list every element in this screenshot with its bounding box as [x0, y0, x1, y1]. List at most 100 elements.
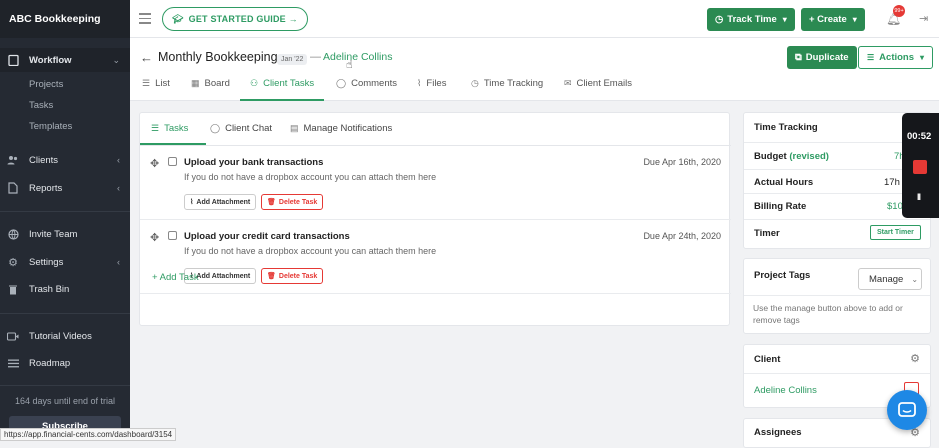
add-task-link[interactable]: + Add Task — [152, 272, 199, 283]
copy-icon: ⧉ — [795, 52, 802, 63]
delete-task-button[interactable]: 🗑︎ Delete Task — [261, 268, 324, 284]
add-attachment-label: Add Attachment — [196, 272, 251, 280]
delete-task-button[interactable]: 🗑︎ Delete Task — [261, 194, 324, 210]
brand-name[interactable]: ABC Bookkeeping — [0, 0, 130, 38]
start-timer-button[interactable]: Start Timer — [870, 225, 921, 240]
sidebar-item-clients[interactable]: Clients ‹ — [0, 148, 130, 172]
sidebar-sub-templates[interactable]: Templates — [29, 121, 72, 132]
subtab-tasks[interactable]: ☰ Tasks — [151, 123, 188, 134]
period-pill: Jan '22 — [277, 54, 308, 65]
divider — [744, 373, 930, 374]
tab-label: Files — [426, 78, 447, 89]
globe-icon — [6, 227, 20, 241]
manage-label: Manage — [869, 273, 904, 285]
chevron-down-icon: ⌄ — [112, 54, 120, 65]
pause-icon[interactable]: II — [917, 192, 921, 202]
chevron-left-icon: ‹ — [117, 257, 120, 267]
file-icon — [6, 181, 20, 195]
sidebar-item-label: Settings — [29, 256, 64, 268]
sidebar-item-label: Workflow — [29, 54, 72, 66]
sidebar: ABC Bookkeeping Workflow ⌄ Projects Task… — [0, 0, 130, 441]
tab-client-tasks[interactable]: ⚇ Client Tasks — [240, 78, 325, 101]
create-button[interactable]: + Create ▾ — [801, 8, 865, 31]
calendar-icon: ▤ — [290, 123, 299, 133]
sidebar-item-settings[interactable]: ⚙ Settings ‹ — [0, 250, 130, 274]
billing-rate-label: Billing Rate — [754, 201, 807, 212]
chat-launcher-button[interactable] — [887, 390, 927, 430]
project-header: ← Monthly Bookkeeping Jan '22 — Adeline … — [130, 38, 939, 101]
graduation-icon: 🎓︎ — [172, 13, 184, 24]
delete-task-label: Delete Task — [278, 272, 318, 280]
manage-tags-dropdown[interactable]: Manage ⌄ — [858, 268, 922, 290]
tab-client-emails[interactable]: ✉ Client Emails — [564, 78, 632, 101]
subtab-label: Client Chat — [225, 123, 273, 134]
duplicate-button[interactable]: ⧉ Duplicate — [787, 46, 857, 69]
trash-icon: 🗑︎ — [267, 273, 276, 280]
task-due-date: Due Apr 16th, 2020 — [643, 157, 721, 167]
track-time-button[interactable]: ◷ Track Time ▾ — [707, 8, 795, 31]
sidebar-item-label: Tutorial Videos — [29, 330, 92, 342]
timer-display: 00:52 — [907, 131, 932, 142]
chat-icon — [898, 402, 916, 417]
sidebar-item-tutorial-videos[interactable]: Tutorial Videos — [0, 324, 130, 348]
menu-icon[interactable] — [139, 13, 151, 24]
list-icon: ☰ — [151, 123, 160, 133]
chevron-left-icon: ‹ — [117, 183, 120, 193]
actions-button[interactable]: ☰ Actions ▾ — [858, 46, 934, 69]
billing-rate-value: $10 — [887, 201, 903, 212]
chevron-down-icon: ▾ — [920, 53, 925, 62]
project-tags-card: Project Tags Manage ⌄ Use the manage but… — [743, 258, 931, 334]
video-icon — [6, 329, 20, 343]
sidebar-sub-projects[interactable]: Projects — [29, 79, 63, 90]
sidebar-divider — [0, 385, 130, 386]
list-icon: ☰ — [142, 78, 151, 88]
logout-icon[interactable]: ⇥ — [919, 12, 928, 25]
trial-text: 164 days until end of trial — [14, 396, 116, 406]
gear-icon[interactable]: ⚙ — [910, 352, 920, 365]
tab-label: Time Tracking — [483, 78, 544, 89]
tab-comments[interactable]: ◯ Comments — [336, 78, 397, 101]
sidebar-item-workflow[interactable]: Workflow ⌄ — [0, 48, 130, 72]
client-name-link[interactable]: Adeline Collins — [754, 385, 817, 396]
assignees-title: Assignees — [754, 427, 802, 438]
clipboard-icon — [6, 53, 20, 67]
chevron-down-icon: ▾ — [852, 15, 857, 24]
stop-icon[interactable] — [913, 160, 927, 174]
drag-handle-icon[interactable]: ✥ — [150, 157, 159, 170]
task-checkbox[interactable] — [168, 157, 177, 166]
task-title[interactable]: Upload your credit card transactions — [184, 231, 350, 242]
task-checkbox[interactable] — [168, 231, 177, 240]
tab-files[interactable]: ⌇ Files — [417, 78, 446, 101]
sidebar-sub-tasks[interactable]: Tasks — [29, 100, 53, 111]
sidebar-item-trash-bin[interactable]: Trash Bin — [0, 277, 130, 301]
tab-list[interactable]: ☰ List — [142, 78, 170, 101]
mail-icon: ✉ — [564, 78, 572, 88]
add-attachment-label: Add Attachment — [196, 198, 251, 206]
get-started-guide-button[interactable]: 🎓︎ GET STARTED GUIDE → — [162, 7, 308, 31]
sidebar-item-roadmap[interactable]: Roadmap — [0, 351, 130, 375]
floating-timer: 00:52 II — [902, 113, 939, 218]
client-link[interactable]: Adeline Collins — [323, 51, 392, 63]
task-row: ✥ Upload your bank transactions If you d… — [140, 146, 731, 220]
task-title[interactable]: Upload your bank transactions — [184, 157, 323, 168]
users-icon — [6, 153, 20, 167]
sidebar-item-reports[interactable]: Reports ‹ — [0, 176, 130, 200]
subtab-manage-notifications[interactable]: ▤ Manage Notifications — [290, 123, 392, 134]
board-icon: ▦ — [191, 78, 200, 88]
subtab-client-chat[interactable]: ◯ Client Chat — [210, 123, 272, 134]
add-attachment-button[interactable]: ⌇ Add Attachment — [184, 194, 257, 210]
tab-board[interactable]: ▦ Board — [191, 78, 230, 101]
back-arrow-icon[interactable]: ← — [140, 50, 153, 65]
tab-time-tracking[interactable]: ◷ Time Tracking — [471, 78, 543, 101]
sidebar-divider — [0, 313, 130, 314]
sidebar-item-invite-team[interactable]: Invite Team — [0, 222, 130, 246]
subtab-active-indicator — [140, 143, 206, 145]
divider — [744, 295, 930, 296]
client-tasks-card: ☰ Tasks ◯ Client Chat ▤ Manage Notification… — [139, 112, 731, 326]
client-title: Client — [754, 354, 781, 365]
drag-handle-icon[interactable]: ✥ — [150, 231, 159, 244]
duplicate-label: Duplicate — [805, 52, 849, 63]
subtab-label: Manage Notifications — [303, 123, 393, 134]
paperclip-icon: ⌇ — [417, 78, 422, 88]
subtab-label: Tasks — [164, 123, 189, 134]
